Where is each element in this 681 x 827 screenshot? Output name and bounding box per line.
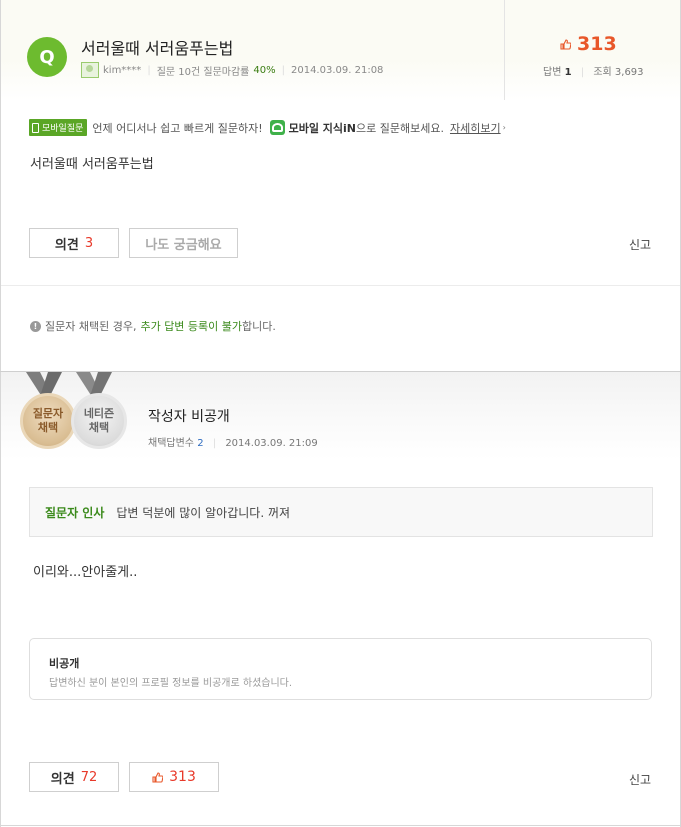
private-profile-box: 비공개 답변하신 분이 본인의 프로필 정보를 비공개로 하셨습니다.	[29, 638, 652, 700]
netizen-adopted-medal-icon: 네티즌 채택	[71, 393, 127, 449]
meta-divider: |	[147, 64, 151, 76]
greeting-text: 답변 덕분에 많이 알아갑니다. 꺼져	[116, 505, 291, 520]
opinion-count: 3	[84, 235, 94, 251]
answer-opinion-button[interactable]: 의견 72	[29, 762, 119, 792]
mobile-badge-label: 모바일질문	[42, 124, 84, 134]
answers-label: 답변	[543, 67, 562, 78]
like-count: 313	[169, 769, 196, 785]
answer-author: 작성자 비공개	[148, 409, 230, 425]
question-meta: kim**** | 질문 10건 질문마감률 40% | 2014.03.09.…	[81, 62, 383, 78]
meta-divider: |	[212, 438, 217, 449]
question-datetime: 2014.03.09. 21:08	[290, 64, 384, 76]
question-badge-label: Q	[39, 46, 55, 68]
question-like-count[interactable]: 313	[560, 33, 617, 55]
thumbs-up-icon	[152, 771, 164, 783]
chevron-right-icon: ›	[502, 123, 506, 132]
answer-meta: 채택답변수 2 | 2014.03.09. 21:09	[148, 434, 318, 449]
medal-label: 채택	[37, 421, 59, 434]
questioner-greeting-box: 질문자 인사 답변 덕분에 많이 알아갑니다. 꺼져	[29, 487, 653, 537]
author-name[interactable]: kim****	[103, 65, 141, 76]
kin-app-icon	[269, 120, 285, 135]
question-badge-icon: Q	[27, 37, 67, 77]
info-icon: !	[30, 320, 41, 332]
question-opinion-button[interactable]: 의견 3	[29, 228, 119, 258]
thumbs-up-icon	[560, 38, 571, 50]
views-count: 3,693	[614, 67, 644, 78]
greeting-label: 질문자 인사	[45, 505, 105, 520]
views-label: 조회	[593, 67, 612, 78]
notice-highlight: 추가 답변 등록이 불가	[140, 320, 243, 333]
header-divider	[504, 0, 505, 100]
answer-report-link[interactable]: 신고	[629, 771, 651, 788]
adopted-count: 2	[197, 438, 204, 449]
me-too-curious-button[interactable]: 나도 궁금해요	[129, 228, 238, 258]
mobile-notice-text: 언제 어디서나 쉽고 빠르게 질문하자!	[92, 121, 263, 135]
questioner-adopted-medal-icon: 질문자 채택	[20, 393, 76, 449]
mobile-kin-brand: 모바일 지식iN	[288, 121, 357, 135]
adoption-notice: ! 질문자 채택된 경우, 추가 답변 등록이 불가 합니다.	[30, 318, 276, 334]
stats-divider: |	[580, 67, 585, 78]
mobile-question-badge: 모바일질문	[29, 119, 88, 136]
like-number: 313	[577, 33, 617, 55]
answer-datetime: 2014.03.09. 21:09	[225, 438, 318, 449]
medal-label: 질문자	[32, 407, 64, 420]
medal-label: 네티즌	[83, 407, 115, 420]
author-stats: 질문 10건 질문마감률	[156, 66, 250, 78]
opinion-label: 의견	[54, 237, 79, 253]
close-rate: 40%	[253, 64, 276, 76]
question-stats: 답변 1 | 조회 3,693	[543, 63, 644, 78]
answers-count: 1	[564, 67, 572, 78]
opinion-label: 의견	[50, 771, 75, 787]
divider	[1, 285, 680, 286]
curious-label: 나도 궁금해요	[145, 237, 222, 253]
notice-text: 질문자 채택된 경우,	[45, 320, 137, 333]
details-link[interactable]: 자세히보기	[450, 120, 501, 136]
meta-divider: |	[281, 64, 285, 76]
bottom-border	[1, 825, 680, 826]
avatar[interactable]	[81, 62, 99, 78]
adopted-label: 채택답변수	[148, 438, 194, 449]
question-report-link[interactable]: 신고	[629, 236, 651, 253]
answer-like-button[interactable]: 313	[129, 762, 219, 792]
private-title: 비공개	[49, 657, 80, 670]
question-body: 서러울때 서러움푸는법	[30, 157, 154, 172]
mobile-question-notice: 모바일질문 언제 어디서나 쉽고 빠르게 질문하자! 모바일 지식iN 으로 질…	[29, 119, 506, 136]
phone-icon	[32, 122, 39, 133]
notice-text-end: 합니다.	[242, 320, 276, 333]
private-description: 답변하신 분이 본인의 프로필 정보를 비공개로 하셨습니다.	[49, 678, 293, 689]
opinion-count: 72	[80, 769, 98, 785]
question-title: 서러울때 서러움푸는법	[81, 39, 234, 58]
mobile-notice-text2: 으로 질문해보세요.	[356, 121, 444, 135]
medal-label: 채택	[88, 421, 110, 434]
answer-body: 이리와...안아줄게..	[33, 565, 138, 580]
